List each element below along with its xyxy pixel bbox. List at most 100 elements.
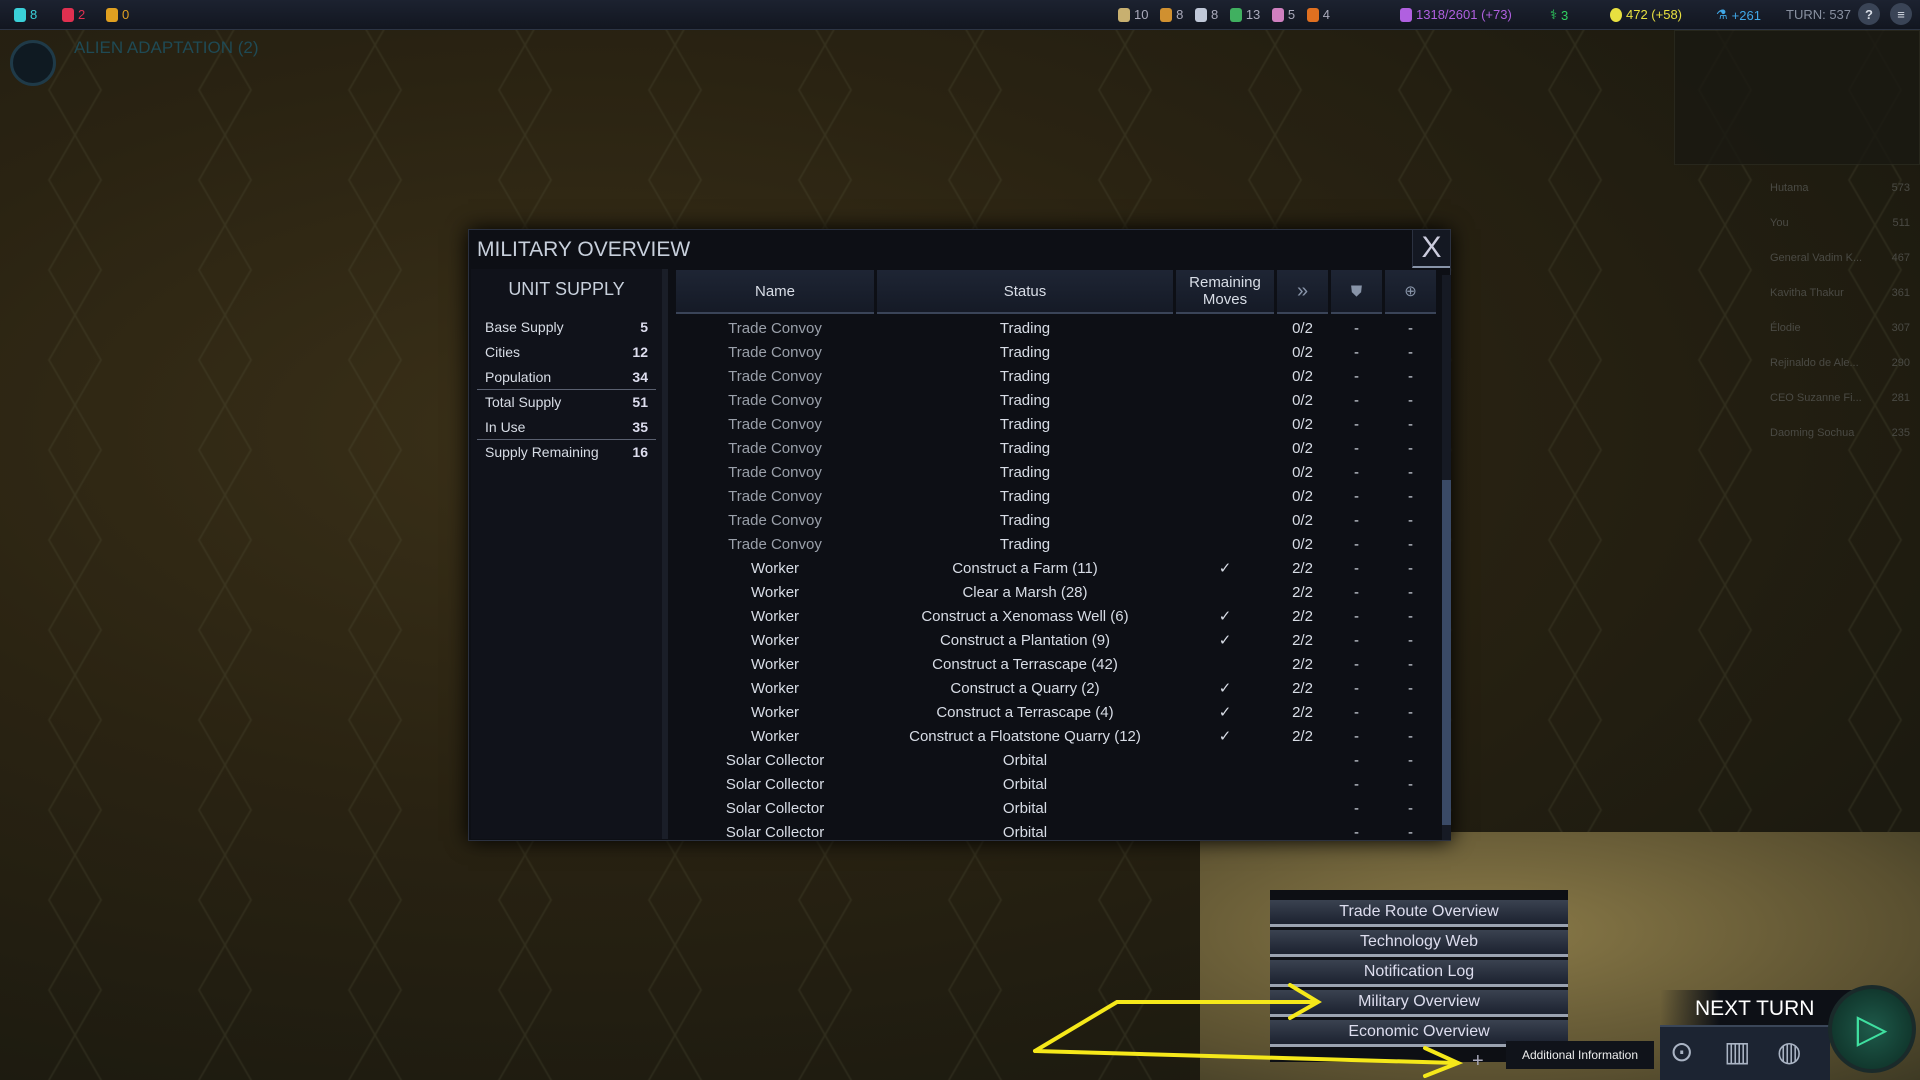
- energy-icon: [1610, 7, 1622, 22]
- unit-status: Construct a Xenomass Well (6): [921, 607, 1129, 625]
- table-row[interactable]: Trade Convoy Trading 0/2 - -: [676, 364, 1441, 388]
- unit-defense: -: [1354, 463, 1359, 481]
- player-name: CEO Suzanne Fi...: [1770, 391, 1862, 404]
- unit-name: Worker: [750, 583, 800, 601]
- table-row[interactable]: Trade Convoy Trading 0/2 - -: [676, 412, 1441, 436]
- additional-info-menu: Trade Route Overview Technology Web Notifi…: [1270, 890, 1568, 1062]
- unit-status: Orbital: [1002, 751, 1048, 769]
- table-row[interactable]: Solar Collector Orbital - -: [676, 748, 1441, 772]
- strategic-resources[interactable]: 10 8 8 13 5 4: [1118, 7, 1330, 22]
- unit-name: Solar Collector: [725, 823, 825, 841]
- table-row[interactable]: Trade Convoy Trading 0/2 - -: [676, 508, 1441, 532]
- unit-name: Worker: [750, 607, 800, 625]
- supply-row: Supply Remaining 16: [477, 439, 656, 464]
- purity-affinity[interactable]: 2: [62, 7, 85, 22]
- table-row[interactable]: Worker Construct a Farm (11) ✓ 2/2 - -: [676, 556, 1441, 580]
- table-row[interactable]: Solar Collector Orbital - -: [676, 772, 1441, 796]
- harmony-value: 8: [30, 7, 38, 22]
- close-button[interactable]: X: [1412, 230, 1450, 268]
- column-defense[interactable]: ⛊: [1331, 270, 1382, 314]
- menu-item-technology-web[interactable]: Technology Web: [1270, 930, 1568, 957]
- scrollbar-thumb[interactable]: [1442, 480, 1451, 825]
- moves-icon: »: [1296, 279, 1309, 302]
- unit-status: Trading: [999, 487, 1051, 505]
- unit-name: Trade Convoy: [728, 319, 822, 337]
- target-icon: ⊕: [1404, 282, 1417, 300]
- unit-defense: -: [1354, 727, 1359, 745]
- culture-display[interactable]: 1318/2601 (+73): [1400, 7, 1512, 22]
- scoreboard-row[interactable]: Hutama 573: [1740, 170, 1920, 205]
- table-scrollbar[interactable]: [1442, 275, 1451, 840]
- quest-title[interactable]: ALIEN ADAPTATION (2): [74, 38, 259, 58]
- unit-defense: -: [1354, 367, 1359, 385]
- unit-status: Orbital: [1002, 823, 1048, 841]
- additional-information-button[interactable]: +: [1472, 1050, 1484, 1073]
- help-icon[interactable]: ?: [1858, 3, 1880, 25]
- check-icon: ✓: [1218, 680, 1232, 697]
- table-row[interactable]: Trade Convoy Trading 0/2 - -: [676, 532, 1441, 556]
- check-icon: ✓: [1218, 632, 1232, 649]
- table-row[interactable]: Trade Convoy Trading 0/2 - -: [676, 316, 1441, 340]
- scoreboard-row[interactable]: Rejinaldo de Ale... 290: [1740, 345, 1920, 380]
- unit-moves: 0/2: [1292, 487, 1313, 505]
- harmony-affinity[interactable]: 8: [14, 7, 37, 22]
- menu-item-trade-route-overview[interactable]: Trade Route Overview: [1270, 900, 1568, 927]
- table-row[interactable]: Worker Construct a Terrascape (42) 2/2 - -: [676, 652, 1441, 676]
- column-moves[interactable]: »: [1277, 270, 1328, 314]
- unit-name: Worker: [750, 727, 800, 745]
- scoreboard-row[interactable]: You 511: [1740, 205, 1920, 240]
- scoreboard-row[interactable]: Kavitha Thakur 361: [1740, 275, 1920, 310]
- map-icon[interactable]: ▥: [1724, 1035, 1750, 1068]
- health-display[interactable]: ⚕ 3: [1550, 7, 1568, 23]
- unit-moves: 2/2: [1292, 703, 1313, 721]
- table-row[interactable]: Trade Convoy Trading 0/2 - -: [676, 340, 1441, 364]
- table-row[interactable]: Trade Convoy Trading 0/2 - -: [676, 388, 1441, 412]
- column-status[interactable]: Status: [877, 270, 1173, 314]
- science-display[interactable]: ⚗ +261: [1716, 7, 1761, 23]
- unit-defense: -: [1354, 631, 1359, 649]
- table-row[interactable]: Solar Collector Orbital - -: [676, 796, 1441, 820]
- lens-icon[interactable]: ⊙: [1670, 1035, 1693, 1068]
- supply-value: 5: [640, 318, 648, 335]
- player-score: 235: [1891, 426, 1910, 439]
- firaxite-icon: [1118, 7, 1130, 22]
- column-name[interactable]: Name: [676, 270, 874, 314]
- unit-moves: 2/2: [1292, 655, 1313, 673]
- table-header: Name Status Remaining Moves » ⛊ ⊕: [676, 270, 1441, 314]
- scoreboard-row[interactable]: Daoming Sochua 235: [1740, 415, 1920, 450]
- globe-icon[interactable]: ◍: [1777, 1035, 1801, 1068]
- table-row[interactable]: Worker Construct a Xenomass Well (6) ✓ 2/2 -…: [676, 604, 1441, 628]
- column-remaining-moves[interactable]: Remaining Moves: [1176, 270, 1274, 314]
- units-table: Name Status Remaining Moves » ⛊ ⊕ Trade …: [676, 270, 1441, 841]
- military-overview-panel: MILITARY OVERVIEW X UNIT SUPPLY Base Sup…: [468, 229, 1451, 841]
- scoreboard-row[interactable]: General Vadim K... 467: [1740, 240, 1920, 275]
- unit-defense: -: [1354, 535, 1359, 553]
- next-turn-label[interactable]: NEXT TURN: [1695, 997, 1814, 1021]
- resource-value: 5: [1287, 7, 1296, 22]
- column-ranged[interactable]: ⊕: [1385, 270, 1436, 314]
- check-icon: ✓: [1218, 560, 1232, 577]
- quest-icon[interactable]: [10, 40, 56, 86]
- minimap[interactable]: [1674, 30, 1920, 165]
- menu-icon[interactable]: ≡: [1890, 3, 1912, 25]
- scoreboard-row[interactable]: Élodie 307: [1740, 310, 1920, 345]
- supply-label: Cities: [485, 343, 521, 360]
- table-row[interactable]: Trade Convoy Trading 0/2 - -: [676, 436, 1441, 460]
- menu-item-notification-log[interactable]: Notification Log: [1270, 960, 1568, 987]
- energy-display[interactable]: 472 (+58): [1610, 7, 1682, 22]
- table-row[interactable]: Trade Convoy Trading 0/2 - -: [676, 460, 1441, 484]
- unit-name: Solar Collector: [725, 751, 825, 769]
- unit-supply-title: UNIT SUPPLY: [508, 279, 625, 299]
- table-row[interactable]: Solar Collector Orbital - -: [676, 820, 1441, 841]
- next-turn-button[interactable]: ▷: [1828, 985, 1916, 1073]
- table-row[interactable]: Worker Construct a Quarry (2) ✓ 2/2 - -: [676, 676, 1441, 700]
- unit-ranged: -: [1408, 727, 1413, 745]
- menu-item-military-overview[interactable]: Military Overview: [1270, 990, 1568, 1017]
- scoreboard-row[interactable]: CEO Suzanne Fi... 281: [1740, 380, 1920, 415]
- table-row[interactable]: Worker Construct a Floatstone Quarry (12)…: [676, 724, 1441, 748]
- table-row[interactable]: Trade Convoy Trading 0/2 - -: [676, 484, 1441, 508]
- table-row[interactable]: Worker Construct a Plantation (9) ✓ 2/2 - -: [676, 628, 1441, 652]
- table-row[interactable]: Worker Clear a Marsh (28) 2/2 - -: [676, 580, 1441, 604]
- table-row[interactable]: Worker Construct a Terrascape (4) ✓ 2/2 - -: [676, 700, 1441, 724]
- supremacy-affinity[interactable]: 0: [106, 7, 129, 22]
